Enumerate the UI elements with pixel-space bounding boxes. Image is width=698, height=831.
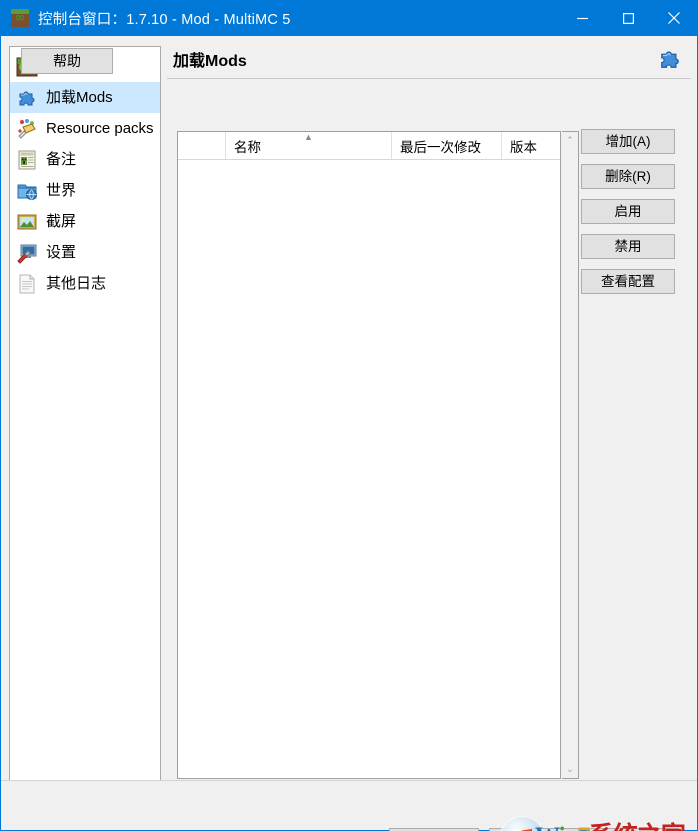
view-config-button[interactable]: 查看配置 bbox=[581, 269, 675, 294]
table-header-last-modified[interactable]: 最后一次修改 bbox=[392, 132, 502, 159]
sort-ascending-icon: ▲ bbox=[304, 132, 313, 142]
disable-button[interactable]: 禁用 bbox=[581, 234, 675, 259]
titlebar: ∞ 控制台窗口：1.7.10 - Mod - MultiMC 5 bbox=[1, 0, 697, 36]
sidebar-item-label: 截屏 bbox=[46, 213, 77, 230]
table-vertical-scrollbar[interactable]: ⌃ ⌄ bbox=[562, 131, 579, 779]
window-body: 版本 加载Mods Reso bbox=[1, 36, 697, 831]
sidebar-item-label: 设置 bbox=[46, 244, 77, 261]
scroll-up-icon[interactable]: ⌃ bbox=[562, 132, 578, 149]
window-title: 控制台窗口：1.7.10 - Mod - MultiMC 5 bbox=[38, 11, 291, 28]
table-header-version[interactable]: 版本 bbox=[502, 132, 560, 159]
remove-button[interactable]: 删除(R) bbox=[581, 164, 675, 189]
table-header-row: ▲ 名称 最后一次修改 版本 bbox=[178, 132, 560, 160]
mods-table[interactable]: ▲ 名称 最后一次修改 版本 bbox=[177, 131, 561, 779]
sidebar-item-mods[interactable]: 加载Mods bbox=[10, 82, 160, 113]
sidebar-item-resource-packs[interactable]: Resource packs bbox=[10, 113, 160, 144]
sidebar-item-label: 备注 bbox=[46, 151, 77, 168]
mods-action-buttons: 增加(A) 删除(R) 启用 禁用 查看配置 bbox=[581, 129, 675, 304]
window-controls bbox=[559, 0, 697, 36]
monitor-screwdriver-icon bbox=[16, 242, 38, 264]
close-window-button[interactable] bbox=[651, 0, 697, 36]
table-body-empty bbox=[178, 160, 560, 778]
table-header-name[interactable]: ▲ 名称 bbox=[226, 132, 392, 159]
sidebar-item-notes[interactable]: 备注 bbox=[10, 144, 160, 175]
sidebar-item-screenshots[interactable]: 截屏 bbox=[10, 206, 160, 237]
scroll-down-icon[interactable]: ⌄ bbox=[562, 761, 578, 778]
notes-page-icon bbox=[16, 149, 38, 171]
page-title: 加载Mods bbox=[173, 53, 247, 70]
folder-globe-icon bbox=[16, 180, 38, 202]
table-header-checkbox[interactable] bbox=[178, 132, 226, 159]
paint-palette-icon bbox=[16, 118, 38, 140]
add-button[interactable]: 增加(A) bbox=[581, 129, 675, 154]
sidebar-item-label: Resource packs bbox=[46, 120, 154, 137]
sidebar-item-label: 其他日志 bbox=[46, 275, 107, 292]
maximize-button[interactable] bbox=[605, 0, 651, 36]
sidebar-item-worlds[interactable]: 世界 bbox=[10, 175, 160, 206]
table-header-name-label: 名称 bbox=[234, 139, 261, 155]
sidebar-item-settings[interactable]: 设置 bbox=[10, 237, 160, 268]
main-header: 加载Mods bbox=[167, 42, 691, 76]
sidebar-item-other-logs[interactable]: 其他日志 bbox=[10, 268, 160, 299]
grass-block-icon: ∞ bbox=[11, 9, 29, 27]
main-panel: 加载Mods ▲ 名称 最后一次修改 版本 ⌃ ⌄ 增加(A) 删除(R) 启用… bbox=[167, 42, 691, 816]
sidebar-item-label: 世界 bbox=[46, 182, 77, 199]
enable-button[interactable]: 启用 bbox=[581, 199, 675, 224]
bottom-bar bbox=[1, 780, 697, 830]
mods-content-area: ▲ 名称 最后一次修改 版本 ⌃ ⌄ 增加(A) 删除(R) 启用 禁用 查看配… bbox=[167, 78, 691, 814]
minimize-button[interactable] bbox=[559, 0, 605, 36]
scrollbar-track[interactable] bbox=[562, 149, 578, 761]
sidebar-item-label: 加载Mods bbox=[46, 89, 113, 106]
help-button[interactable]: 帮助 bbox=[21, 48, 113, 74]
puzzle-icon bbox=[16, 87, 38, 109]
document-lines-icon bbox=[16, 273, 38, 295]
picture-frame-icon bbox=[16, 211, 38, 233]
sidebar: 版本 加载Mods Reso bbox=[9, 46, 161, 816]
puzzle-icon bbox=[657, 46, 683, 72]
